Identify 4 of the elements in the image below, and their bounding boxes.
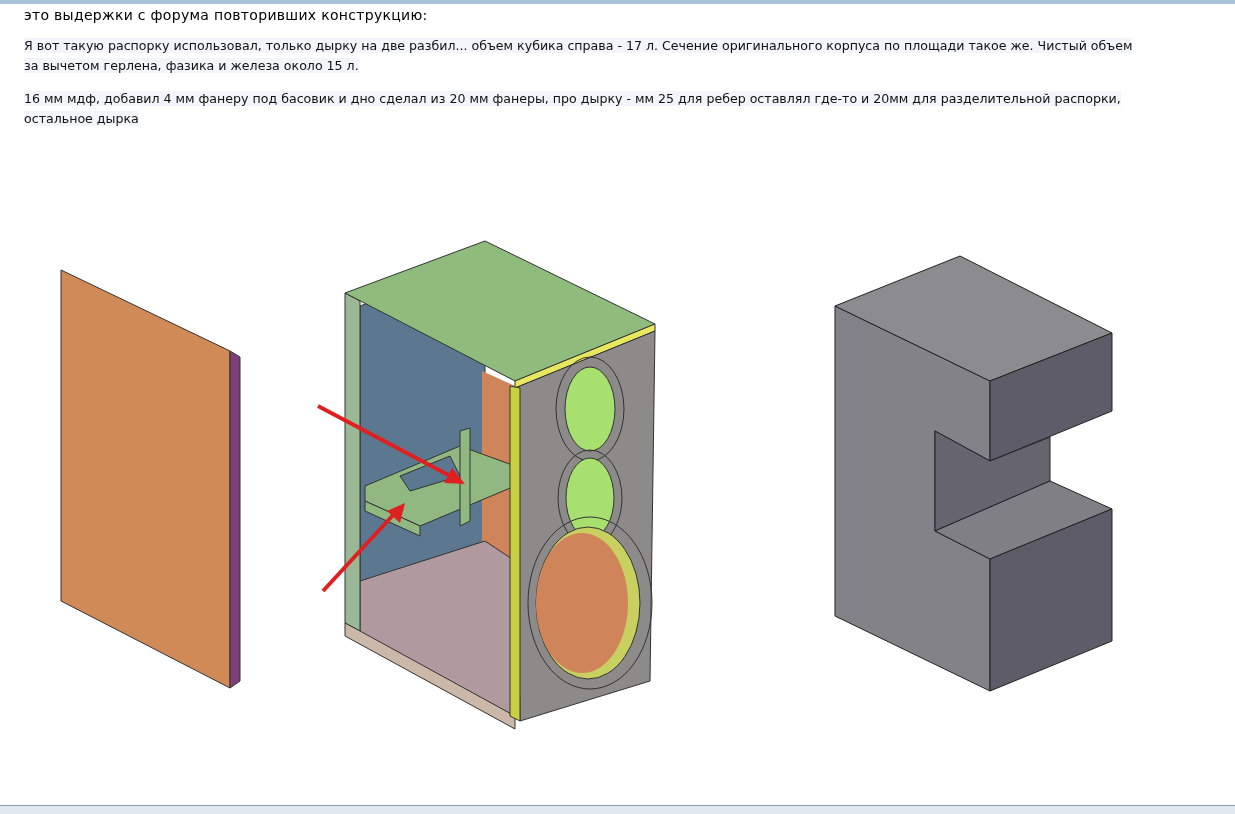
horizontal-scrollbar[interactable] <box>0 805 1235 814</box>
paragraph-text: 16 мм мдф, добавил 4 мм фанеру под басовик и дно сделал из 20 мм фанеры, про дырку - мм 25 для ребер оставлял где-то и 20мм для разделительной распорки, остальное дырка <box>24 90 1122 128</box>
heading-text: это выдержки с форума повторивших конструкцию: <box>24 7 429 23</box>
paragraph-text: Я вот такую распорку использовал, только дырку на две разбил... объем кубика справа - 17 л. Сечение оригинального корпуса по площади такое же. Чистый объем за вычетом герлена, фазика и железа около 15 л. <box>24 37 1134 75</box>
